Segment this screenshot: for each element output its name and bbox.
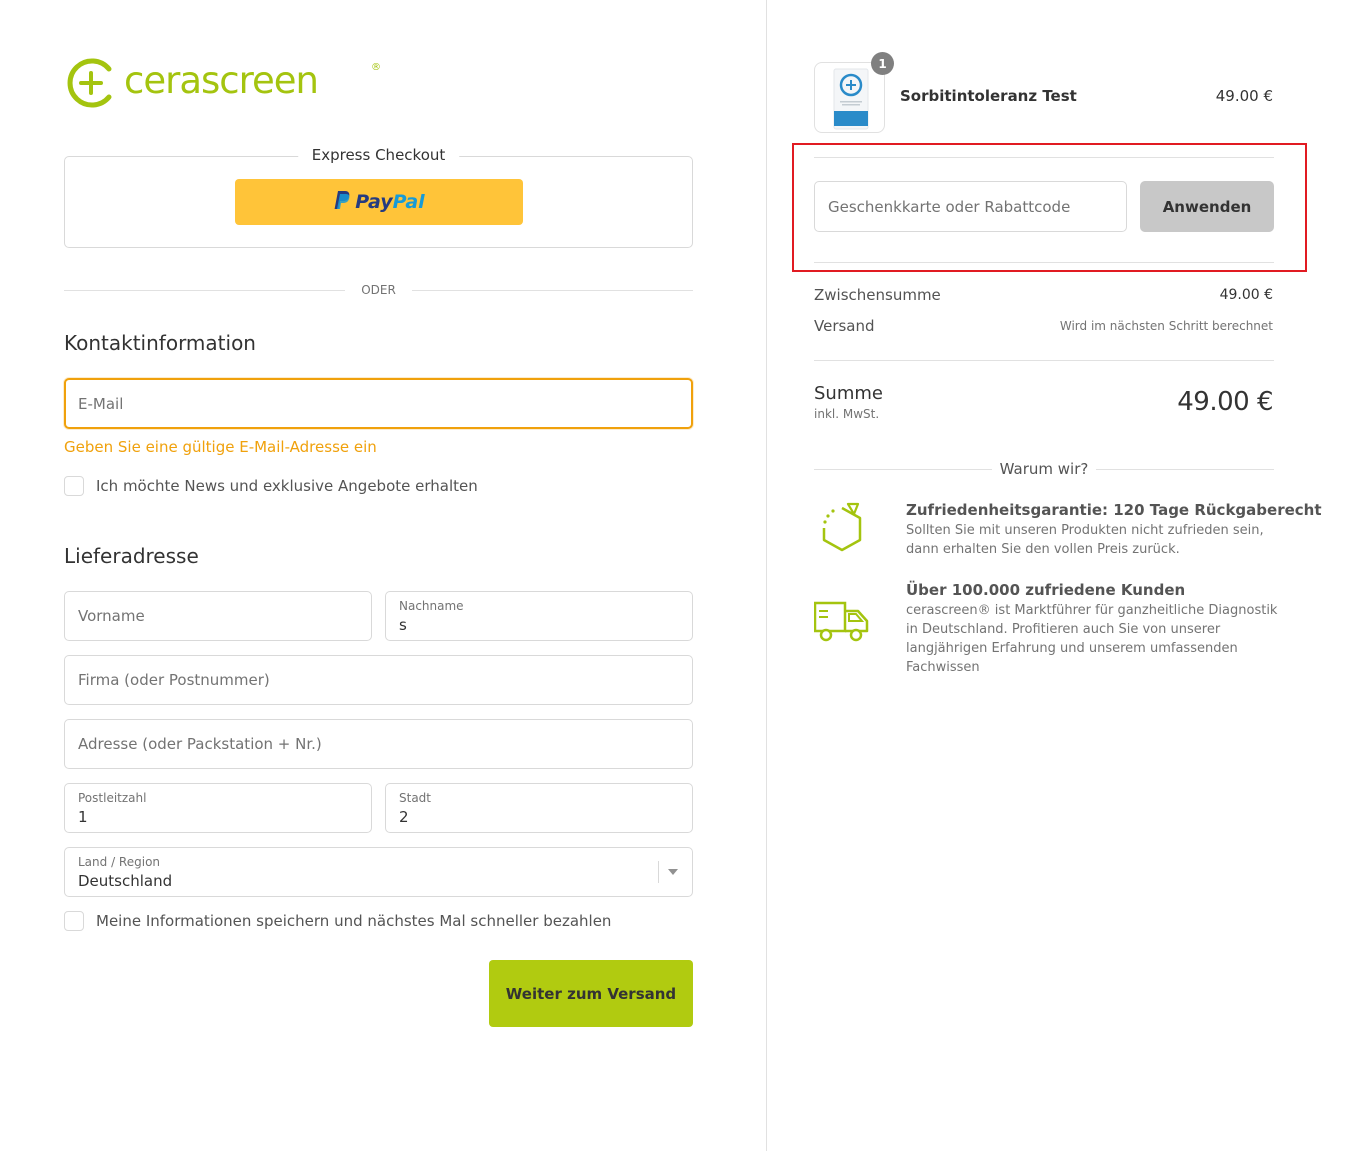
zip-field[interactable]: Postleitzahl 1 [64, 783, 372, 833]
city-value: 2 [399, 808, 409, 826]
city-field[interactable]: Stadt 2 [385, 783, 693, 833]
newsletter-checkbox-row[interactable]: Ich möchte News und exklusive Angebote e… [64, 476, 478, 496]
company-field[interactable]: Firma (oder Postnummer) [64, 655, 693, 705]
why-us-title: Warum wir? [999, 460, 1089, 478]
logo-wordmark: cerascreen [124, 58, 319, 102]
checkout-main: cerascreen ® Express Checkout Pay Pal ODE… [0, 0, 766, 1151]
express-checkout-title: Express Checkout [297, 146, 460, 164]
save-info-label: Meine Informationen speichern und nächst… [96, 912, 612, 930]
paypal-word-pay: Pay [355, 191, 393, 213]
zip-label: Postleitzahl [78, 791, 147, 805]
contact-section-title: Kontaktinformation [64, 331, 256, 355]
last-name-field[interactable]: Nachname s [385, 591, 693, 641]
or-divider-text: ODER [361, 283, 396, 297]
chevron-down-icon[interactable] [658, 848, 692, 896]
shipping-label: Versand [814, 317, 875, 335]
why-us-divider: Warum wir? [814, 458, 1274, 480]
discount-highlight-box [792, 143, 1307, 272]
shipping-value: Wird im nächsten Schritt berechnet [1059, 319, 1273, 333]
newsletter-checkbox[interactable] [64, 476, 84, 496]
city-label: Stadt [399, 791, 431, 805]
email-placeholder: E-Mail [78, 394, 124, 413]
address-placeholder: Adresse (oder Packstation + Nr.) [78, 735, 322, 753]
newsletter-label: Ich möchte News und exklusive Angebote e… [96, 477, 478, 495]
quantity-badge: 1 [871, 52, 894, 75]
benefit-text: Sollten Sie mit unseren Produkten nicht … [906, 523, 1264, 557]
total-tax-note: inkl. MwSt. [814, 407, 880, 421]
country-value: Deutschland [78, 872, 173, 890]
subtotal-label: Zwischensumme [814, 286, 941, 304]
address-field[interactable]: Adresse (oder Packstation + Nr.) [64, 719, 693, 769]
paypal-word-pal: Pal [392, 191, 425, 213]
total-value: 49.00 € [1177, 387, 1273, 417]
last-name-value: s [399, 616, 407, 634]
save-info-checkbox-row[interactable]: Meine Informationen speichern und nächst… [64, 911, 611, 931]
product-image [814, 62, 885, 133]
benefit-title: Über 100.000 zufriedene Kunden [906, 581, 1186, 599]
country-label: Land / Region [78, 855, 161, 869]
paypal-icon [333, 190, 351, 215]
last-name-label: Nachname [399, 599, 464, 613]
logo-registered-mark: ® [371, 62, 381, 73]
first-name-field[interactable]: Vorname [64, 591, 372, 641]
cerascreen-logo[interactable]: cerascreen ® [66, 57, 381, 109]
subtotal-value: 49.00 € [1219, 287, 1273, 303]
continue-to-shipping-button[interactable]: Weiter zum Versand [489, 960, 693, 1027]
zip-value: 1 [78, 808, 88, 826]
first-name-placeholder: Vorname [78, 607, 145, 625]
delivery-truck-icon [813, 597, 870, 653]
company-placeholder: Firma (oder Postnummer) [78, 671, 270, 689]
product-name: Sorbitintoleranz Test [900, 87, 1077, 105]
benefit-text: cerascreen® ist Marktführer für ganzheit… [906, 603, 1278, 675]
cerascreen-logo-icon [67, 58, 112, 108]
benefit-title: Zufriedenheitsgarantie: 120 Tage Rückgab… [906, 501, 1322, 519]
paypal-button[interactable]: Pay Pal [235, 179, 523, 225]
order-summary-sidebar: 1 Sorbitintoleranz Test 49.00 € Geschenk… [767, 0, 1358, 1151]
total-label: Summe [814, 383, 883, 404]
summary-divider [814, 360, 1274, 361]
express-checkout-box: Express Checkout Pay Pal [64, 146, 693, 248]
country-select[interactable]: Land / Region Deutschland [64, 847, 693, 897]
save-info-checkbox[interactable] [64, 911, 84, 931]
or-divider: ODER [64, 282, 694, 298]
email-field[interactable]: E-Mail [64, 378, 693, 429]
email-error-message: Geben Sie eine gültige E-Mail-Adresse ei… [64, 438, 377, 456]
hexagon-arrow-icon [814, 502, 870, 558]
product-price: 49.00 € [1215, 87, 1273, 105]
shipping-section-title: Lieferadresse [64, 544, 199, 568]
